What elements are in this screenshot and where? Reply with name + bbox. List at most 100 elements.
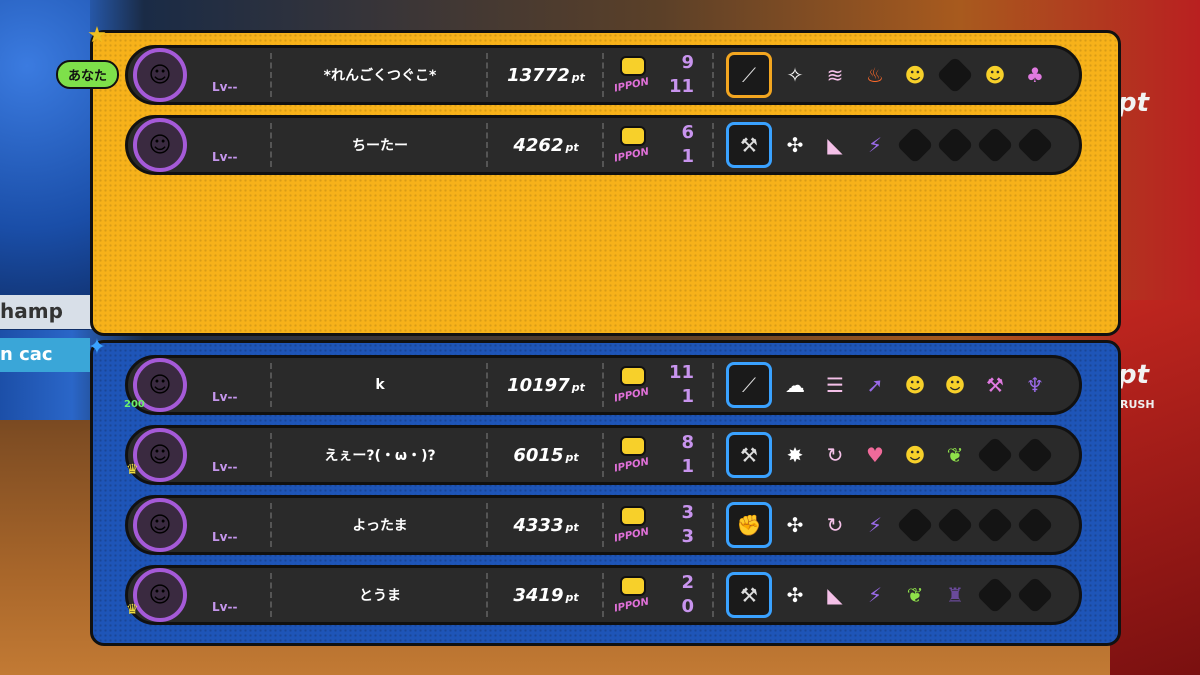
- player-row[interactable]: ☺ ♛ Lv-- とうま 3419 pt IPPON 2 0 ⚒ ✣ ◣ ⚡ ❦ …: [125, 565, 1082, 625]
- score: 4262 pt: [490, 135, 602, 156]
- avatar: ☺: [133, 568, 187, 622]
- stat-bottom: 0: [681, 596, 694, 617]
- player-row[interactable]: ☺ 200 Lv-- k 10197 pt IPPON 11 1 ⟋ ☁ ☰ ➚ …: [124, 355, 1082, 415]
- pt-unit: pt: [565, 140, 579, 154]
- hammer-icon: ⚒: [726, 122, 772, 168]
- empty-slot-icon: [936, 56, 974, 94]
- ice-cream-icon: ♣: [1026, 63, 1044, 87]
- web-icon: ✣: [786, 583, 804, 607]
- creature-icon: ☻: [904, 373, 926, 397]
- stats-cell: IPPON 6 1: [606, 118, 712, 172]
- bee-icon: [620, 366, 646, 386]
- pt-unit: pt: [565, 590, 579, 604]
- player-name: えぇー?(・ω・)?: [324, 448, 436, 464]
- bg-pt-text: pt: [1118, 88, 1150, 118]
- player-cell: ☺ ♛ Lv--: [126, 568, 270, 622]
- score: 3419 pt: [490, 585, 602, 606]
- bg-sign-text: hamp: [0, 299, 63, 323]
- wave-icon: ≋: [826, 63, 844, 87]
- score-value: 10197: [507, 374, 570, 396]
- stats-cell: IPPON 9 11: [606, 48, 712, 102]
- arrow-icon: ➚: [866, 373, 884, 397]
- empty-slot-icon: [976, 506, 1014, 544]
- player-row[interactable]: ☺ ♛ Lv-- えぇー?(・ω・)? 6015 pt IPPON 8 1 ⚒ ✸…: [125, 425, 1082, 485]
- player-cell: ☺ Lv--: [128, 48, 270, 102]
- ippon-label: IPPON: [613, 526, 651, 545]
- stats-cell: IPPON 2 0: [606, 568, 712, 622]
- stats-cell: IPPON 3 3: [606, 498, 712, 552]
- spark-icon: ✧: [786, 63, 804, 87]
- empty-slot-icon: [1016, 506, 1054, 544]
- score: 10197 pt: [490, 375, 602, 396]
- player-cell: ☺ 200 Lv--: [124, 358, 270, 412]
- boot-icon: ⚡: [867, 513, 883, 537]
- score-value: 13772: [507, 64, 570, 86]
- player-row[interactable]: ☺ Lv-- よったま 4333 pt IPPON 3 3 ✊ ✣ ↻ ⚡: [125, 495, 1082, 555]
- bg-sign: hamp: [0, 295, 100, 329]
- avatar: ☺: [133, 48, 187, 102]
- boot-icon: ⚡: [867, 583, 883, 607]
- items-cell: ⟋ ✧ ≋ ♨ ☻ ☻ ♣: [716, 52, 1079, 98]
- avatar: ☺: [133, 428, 187, 482]
- bg-pt-text-2: pt: [1118, 360, 1150, 390]
- hammer-icon: ⚒: [726, 572, 772, 618]
- level-label: Lv--: [212, 460, 238, 474]
- tiger-team-icon: ★: [87, 22, 107, 48]
- runner-icon: ✣: [786, 513, 804, 537]
- statue-icon: ♜: [946, 583, 964, 607]
- bee-icon: [620, 436, 646, 456]
- score-value: 3419: [513, 584, 564, 606]
- power-badge: 200: [124, 399, 145, 410]
- bg-rush-text: RUSH: [1120, 398, 1155, 411]
- stat-top: 3: [681, 502, 694, 523]
- pt-unit: pt: [571, 380, 585, 394]
- player-row[interactable]: ☺ Lv-- ちーたー 4262 pt IPPON 6 1 ⚒ ✣ ◣ ⚡: [125, 115, 1082, 175]
- level-label: Lv--: [212, 390, 238, 404]
- stat-bottom: 3: [681, 526, 694, 547]
- ippon-label: IPPON: [613, 386, 651, 405]
- score-value: 6015: [513, 444, 564, 466]
- whirl-icon: ↻: [826, 513, 844, 537]
- dragon-team-icon: ✦: [87, 334, 107, 360]
- avatar: ☺: [133, 118, 187, 172]
- stat-bottom: 1: [681, 386, 694, 407]
- creature-icon: ☻: [904, 63, 926, 87]
- ippon-label: IPPON: [613, 146, 651, 165]
- score-value: 4262: [513, 134, 564, 156]
- ippon-label: IPPON: [613, 76, 651, 95]
- fan-icon: ◣: [827, 583, 843, 607]
- level-label: Lv--: [212, 80, 238, 94]
- hammer-icon: ⚒: [726, 432, 772, 478]
- leaf-icon: ❦: [906, 583, 924, 607]
- level-label: Lv--: [212, 530, 238, 544]
- stat-top: 9: [681, 52, 694, 73]
- stat-bottom: 1: [681, 456, 694, 477]
- bee-icon: ☻: [984, 63, 1006, 87]
- ippon-label: IPPON: [613, 596, 651, 615]
- score: 6015 pt: [490, 445, 602, 466]
- player-name: ちーたー: [352, 138, 408, 154]
- score: 4333 pt: [490, 515, 602, 536]
- items-cell: ⚒ ✣ ◣ ⚡: [716, 122, 1079, 168]
- empty-slot-icon: [936, 126, 974, 164]
- stat-top: 8: [681, 432, 694, 453]
- empty-slot-icon: [1016, 436, 1054, 474]
- player-name: とうま: [359, 588, 401, 604]
- empty-slot-icon: [936, 506, 974, 544]
- player-row[interactable]: ☺ Lv-- *れんごくつぐこ* 13772 pt IPPON 9 11 ⟋ ✧ …: [125, 45, 1082, 105]
- player-cell: ☺ ♛ Lv--: [126, 428, 270, 482]
- bg-sign2-text: n cac: [0, 344, 53, 365]
- player-cell: ☺ Lv--: [128, 498, 270, 552]
- empty-slot-icon: [896, 126, 934, 164]
- items-cell: ⚒ ✣ ◣ ⚡ ❦ ♜: [716, 572, 1079, 618]
- bg-right-wall: [1110, 300, 1200, 675]
- splat-icon: ✸: [786, 443, 804, 467]
- leaf-icon: ❦: [946, 443, 964, 467]
- fan-icon: ◣: [827, 133, 843, 157]
- stat-top: 6: [681, 122, 694, 143]
- mouth-icon: ♥: [866, 443, 884, 467]
- boot-icon: ⚡: [867, 133, 883, 157]
- demon-icon: ♆: [1026, 373, 1044, 397]
- empty-slot-icon: [976, 126, 1014, 164]
- sword-icon: ⟋: [726, 52, 772, 98]
